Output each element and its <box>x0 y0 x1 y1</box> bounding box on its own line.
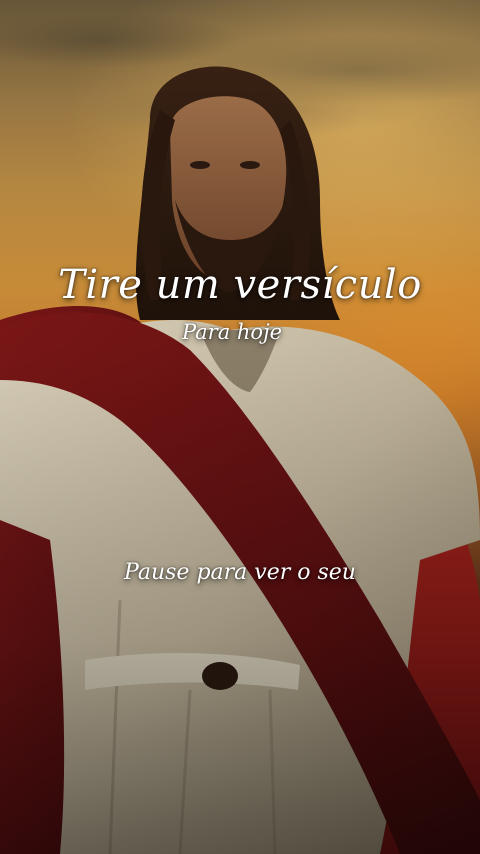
subtitle-text: Para hoje <box>181 320 283 344</box>
robed-figure-image <box>0 66 480 854</box>
title-text: Tire um versículo <box>58 262 422 308</box>
video-frame: Tire um versículo Para hoje Pause para v… <box>0 0 480 854</box>
pause-prompt-text: Pause para ver o seu <box>124 560 356 585</box>
